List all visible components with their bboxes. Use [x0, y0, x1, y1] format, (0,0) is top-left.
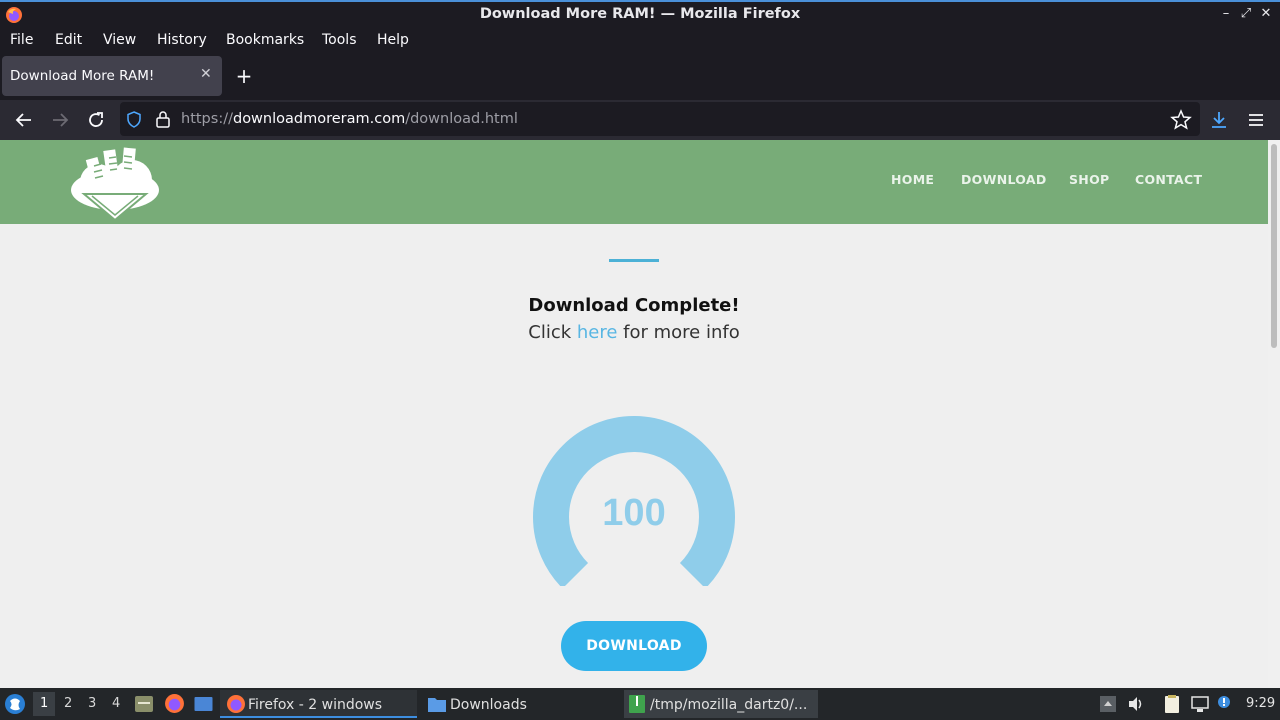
volume-icon[interactable] [1126, 694, 1146, 714]
scrollbar-thumb[interactable] [1271, 144, 1277, 348]
tray-up-arrow-icon[interactable] [1098, 694, 1118, 714]
workspace-2[interactable]: 2 [64, 696, 72, 711]
menu-history[interactable]: History [157, 32, 207, 48]
task-firefox-label: Firefox - 2 windows [248, 697, 383, 713]
bookmark-star-icon[interactable] [1169, 108, 1193, 132]
reload-icon[interactable] [84, 108, 108, 132]
download-button[interactable]: DOWNLOAD [561, 621, 707, 671]
minimize-icon[interactable]: – [1218, 6, 1234, 22]
more-info-suffix: for more info [617, 322, 740, 343]
site-header: HOME DOWNLOAD SHOP CONTACT [0, 140, 1268, 224]
more-info-prefix: Click [528, 322, 577, 343]
file-manager-launcher-icon[interactable] [134, 694, 154, 714]
downloads-icon[interactable] [1207, 108, 1231, 132]
clock: 9:29 [1246, 696, 1276, 711]
close-tab-icon[interactable]: ✕ [200, 66, 214, 82]
menu-tools[interactable]: Tools [322, 32, 357, 48]
window-title: Download More RAM! — Mozilla Firefox [479, 6, 801, 22]
tab-bar: Download More RAM! ✕ + [0, 54, 1280, 100]
menu-bookmarks[interactable]: Bookmarks [226, 32, 304, 48]
gauge-value: 100 [602, 492, 666, 534]
notification-icon[interactable] [1214, 694, 1234, 714]
firefox-task-icon [227, 695, 245, 713]
firefox-launcher-icon[interactable] [164, 693, 185, 714]
maximize-icon[interactable]: ⤢ [1238, 6, 1254, 22]
url-host: downloadmoreram.com [232, 111, 406, 127]
network-icon[interactable] [1190, 694, 1210, 714]
forward-icon[interactable] [48, 108, 72, 132]
ram-cloud-logo-icon[interactable] [70, 146, 160, 222]
new-tab-icon[interactable]: + [234, 66, 254, 86]
hamburger-menu-icon[interactable] [1244, 108, 1268, 132]
here-link[interactable]: here [577, 322, 618, 343]
download-complete-heading: Download Complete! [528, 295, 740, 316]
task-archive[interactable]: /tmp/mozilla_dartz0/... [624, 690, 818, 718]
window-titlebar: Download More RAM! — Mozilla Firefox – ⤢… [0, 0, 1280, 29]
nav-home[interactable]: HOME [891, 172, 934, 187]
more-info-text: Click here for more info [0, 322, 1268, 343]
menu-bar: File Edit View History Bookmarks Tools H… [0, 29, 1280, 54]
menu-edit[interactable]: Edit [55, 32, 82, 48]
close-window-icon[interactable]: ✕ [1258, 6, 1274, 22]
task-downloads-label: Downloads [450, 697, 527, 713]
task-downloads[interactable]: Downloads [422, 690, 619, 718]
folder-icon [428, 698, 446, 712]
url-scheme: https:// [181, 111, 233, 127]
nav-shop[interactable]: SHOP [1069, 172, 1109, 187]
archive-icon [629, 695, 645, 713]
window-switcher-icon[interactable] [193, 694, 214, 714]
tab-label: Download More RAM! [10, 68, 155, 84]
menu-help[interactable]: Help [377, 32, 409, 48]
start-menu-icon[interactable] [4, 693, 26, 715]
tracking-protection-icon[interactable] [126, 111, 142, 128]
lock-icon[interactable] [155, 110, 171, 128]
nav-contact[interactable]: CONTACT [1135, 172, 1202, 187]
page-scrollbar[interactable] [1268, 140, 1280, 688]
web-page: HOME DOWNLOAD SHOP CONTACT Download Comp… [0, 140, 1268, 688]
task-firefox[interactable]: Firefox - 2 windows [220, 690, 417, 718]
menu-view[interactable]: View [103, 32, 136, 48]
url-text[interactable]: https://downloadmoreram.com/download.htm… [181, 111, 518, 127]
task-archive-label: /tmp/mozilla_dartz0/... [650, 697, 808, 713]
workspace-3[interactable]: 3 [88, 696, 96, 711]
navigation-toolbar: https://downloadmoreram.com/download.htm… [0, 100, 1280, 140]
menu-file[interactable]: File [10, 32, 33, 48]
url-path: /download.html [405, 111, 518, 127]
taskbar: 1 2 3 4 Firefox - 2 windows Downloads /t… [0, 688, 1280, 720]
clipboard-icon[interactable] [1162, 694, 1182, 714]
back-icon[interactable] [12, 108, 36, 132]
tab-download-more-ram[interactable]: Download More RAM! ✕ [2, 56, 222, 96]
nav-download[interactable]: DOWNLOAD [961, 172, 1047, 187]
workspace-4[interactable]: 4 [112, 696, 120, 711]
url-bar[interactable]: https://downloadmoreram.com/download.htm… [120, 102, 1200, 136]
accent-divider [609, 259, 659, 262]
workspace-1[interactable]: 1 [40, 696, 48, 711]
